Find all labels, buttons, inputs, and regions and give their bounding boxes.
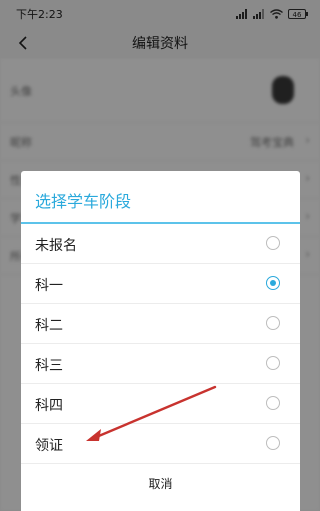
option-not-registered[interactable]: 未报名 [21,224,300,264]
option-subject-four[interactable]: 科四 [21,384,300,424]
option-subject-one[interactable]: 科一 [21,264,300,304]
radio-button-selected[interactable] [266,276,280,290]
option-label: 科三 [35,358,63,374]
option-subject-three[interactable]: 科三 [21,344,300,384]
stage-select-dialog: 选择学车阶段 未报名 科一 科二 科三 科四 领证 取消 [21,171,300,511]
radio-button[interactable] [266,436,280,450]
option-label: 科一 [35,278,63,294]
radio-button[interactable] [266,396,280,410]
radio-button[interactable] [266,236,280,250]
option-label: 科二 [35,318,63,334]
radio-button[interactable] [266,316,280,330]
option-label: 科四 [35,398,63,414]
radio-button[interactable] [266,356,280,370]
option-label: 领证 [35,438,63,454]
option-label: 未报名 [35,238,77,254]
option-subject-two[interactable]: 科二 [21,304,300,344]
option-licensed[interactable]: 领证 [21,424,300,464]
app-screen: 头像 昵称 驾考宝典 › 性别 男 › 学车阶段 科一 › 所在地 北京 › 下… [0,0,320,511]
dialog-title: 选择学车阶段 [35,192,132,211]
cancel-button[interactable]: 取消 [21,464,300,504]
